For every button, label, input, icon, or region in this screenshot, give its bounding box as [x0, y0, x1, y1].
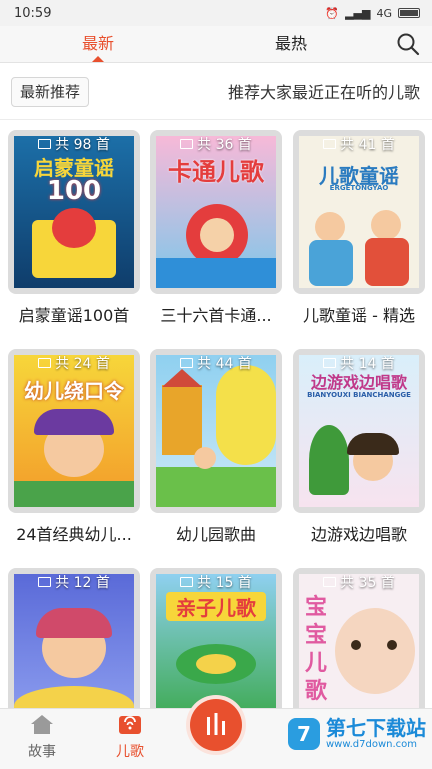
watermark-name: 第七下载站 — [326, 716, 426, 740]
cover-title: 宝宝儿歌 — [304, 595, 327, 704]
album-title: 幼儿园歌曲 — [175, 525, 256, 544]
now-playing-button[interactable] — [190, 699, 242, 751]
nav-stories[interactable]: 故事 — [12, 713, 72, 761]
album-card[interactable]: 共 12 首 — [8, 568, 140, 708]
nav-songs-label: 儿歌 — [116, 744, 144, 760]
watermark-url: www.d7down.com — [326, 739, 418, 750]
album-card[interactable]: 边游戏边唱歌 BIANYOUXI BIANCHANGGE 共 14 首 边游戏边… — [293, 349, 425, 545]
album-grid: 启蒙童谣 100 共 98 首 启蒙童谣100首 卡通儿歌 共 36 首 三十六… — [0, 120, 432, 708]
album-card[interactable]: 幼儿绕口令 共 24 首 24首经典幼儿... — [8, 349, 140, 545]
nav-songs[interactable]: 儿歌 — [100, 713, 160, 761]
track-count: 共 41 首 — [293, 134, 425, 154]
folder-icon — [180, 139, 194, 149]
folder-icon — [38, 139, 52, 149]
cover-title: 卡通儿歌 — [168, 158, 264, 186]
tab-latest[interactable]: 最新 — [63, 26, 133, 62]
track-count: 共 12 首 — [8, 572, 140, 592]
track-count: 共 24 首 — [8, 353, 140, 373]
folder-icon — [323, 358, 337, 368]
track-count: 共 35 首 — [293, 572, 425, 592]
track-count: 共 44 首 — [150, 353, 282, 373]
radio-icon — [119, 716, 141, 734]
track-count: 共 98 首 — [8, 134, 140, 154]
album-card[interactable]: 亲子儿歌 共 15 首 — [150, 568, 282, 708]
equalizer-icon — [207, 713, 225, 735]
home-icon — [31, 715, 53, 734]
folder-icon — [38, 358, 52, 368]
album-title: 三十六首卡通... — [160, 306, 272, 325]
album-card[interactable]: 共 44 首 幼儿园歌曲 — [150, 349, 282, 545]
album-cover[interactable]: 儿歌童谣 ERGETONGYAO 共 41 首 — [293, 130, 425, 294]
watermark: 7 第七下载站 www.d7down.com — [288, 717, 426, 750]
album-cover[interactable]: 启蒙童谣 100 共 98 首 — [8, 130, 140, 294]
cover-title: 幼儿绕口令 — [24, 379, 124, 403]
album-card[interactable]: 卡通儿歌 共 36 首 三十六首卡通... — [150, 130, 282, 326]
signal-icon: ▂▄▆ — [345, 6, 371, 20]
top-tabs: 最新 最热 — [0, 26, 432, 63]
track-count: 共 14 首 — [293, 353, 425, 373]
folder-icon — [38, 577, 52, 587]
cover-subtitle: ERGETONGYAO — [329, 184, 389, 192]
status-bar: 10:59 ⏰ ▂▄▆ 4G — [0, 0, 432, 26]
album-title: 儿歌童谣 - 精选 — [303, 306, 415, 325]
search-icon[interactable] — [396, 32, 420, 56]
recommend-tag[interactable]: 最新推荐 — [11, 77, 90, 107]
track-count: 共 36 首 — [150, 134, 282, 154]
album-cover[interactable]: 边游戏边唱歌 BIANYOUXI BIANCHANGGE 共 14 首 — [293, 349, 425, 513]
cover-title: 亲子儿歌 — [166, 592, 266, 621]
status-icons: ⏰ ▂▄▆ 4G — [325, 7, 420, 20]
watermark-logo: 7 — [288, 717, 320, 750]
album-cover[interactable]: 卡通儿歌 共 36 首 — [150, 130, 282, 294]
bottom-nav: 故事 儿歌 7 第七下载站 www.d7down.com — [0, 699, 432, 769]
album-card[interactable]: 宝宝儿歌 共 35 首 — [293, 568, 425, 708]
track-count: 共 15 首 — [150, 572, 282, 592]
status-time: 10:59 — [14, 5, 52, 21]
album-card[interactable]: 儿歌童谣 ERGETONGYAO 共 41 首 儿歌童谣 - 精选 — [293, 130, 425, 326]
network-type: 4G — [376, 6, 392, 20]
recommend-description: 推荐大家最近正在听的儿歌 — [227, 83, 420, 102]
album-cover[interactable]: 共 44 首 — [150, 349, 282, 513]
tab-hottest[interactable]: 最热 — [256, 26, 326, 62]
folder-icon — [180, 577, 194, 587]
album-cover[interactable]: 幼儿绕口令 共 24 首 — [8, 349, 140, 513]
album-card[interactable]: 启蒙童谣 100 共 98 首 启蒙童谣100首 — [8, 130, 140, 326]
cover-subtitle: 100 — [46, 176, 102, 206]
album-title: 24首经典幼儿... — [16, 525, 132, 544]
album-title: 启蒙童谣100首 — [18, 306, 130, 325]
album-cover[interactable]: 共 12 首 — [8, 568, 140, 708]
album-title: 边游戏边唱歌 — [310, 525, 407, 544]
recommend-bar: 最新推荐 推荐大家最近正在听的儿歌 — [0, 63, 432, 120]
alarm-icon: ⏰ — [325, 6, 340, 20]
folder-icon — [180, 358, 194, 368]
battery-icon — [398, 8, 420, 18]
folder-icon — [323, 577, 337, 587]
nav-stories-label: 故事 — [28, 744, 56, 760]
cover-subtitle: BIANYOUXI BIANCHANGGE — [307, 391, 411, 399]
album-cover[interactable]: 宝宝儿歌 共 35 首 — [293, 568, 425, 708]
folder-icon — [323, 139, 337, 149]
album-cover[interactable]: 亲子儿歌 共 15 首 — [150, 568, 282, 708]
